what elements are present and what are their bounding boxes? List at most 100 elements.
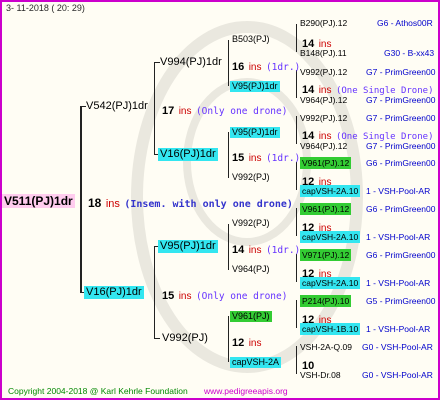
gen4-row-6[interactable]: V961(PJ).12 G6 - PrimGreen00 [300,157,435,169]
gen4-row-1[interactable]: B148(PJ).11 G30 - B-xx43 [300,48,434,58]
gen4-name-15: VSH-Dr.08 [300,370,341,380]
gen3-queen-0[interactable]: B503(PJ) [232,35,270,44]
gen2-queen-1[interactable]: V16(PJ)1dr [158,148,218,161]
gen4-name-1: B148(PJ).11 [300,48,347,58]
connector-g2d [228,316,229,362]
root-queen[interactable]: V511(PJ)1dr [2,194,75,208]
connector-g3-3 [296,162,297,190]
gen4-name-12: P214(PJ).10 [300,295,352,307]
gen2-ins-count-1: 15 [232,152,245,164]
gen2-ins-1: 15 ins (1dr.) [232,149,300,165]
gen4-row-10[interactable]: V971(PJ).12 G6 - PrimGreen00 [300,249,435,261]
gen2-note-0: (1dr.) [265,62,301,73]
gen1-note-0: (Only one drone) [195,106,288,117]
gen4-tag-5: G7 - PrimGreen00 [366,141,436,151]
gen2-ins-label-2: ins [248,245,262,256]
gen4-tag-8: G6 - PrimGreen00 [366,204,436,214]
connector-g3-6 [296,300,297,328]
gen4-row-7[interactable]: capVSH-2A.10 1 - VSH-Pool-AR [300,185,430,197]
gen4-name-3: V964(PJ).12 [300,95,348,105]
gen4-tag-3: G7 - PrimGreen00 [366,95,436,105]
gen2-ins-count-3: 12 [232,337,245,349]
gen3-queen-3[interactable]: V992(PJ) [232,173,270,182]
gen3-queen-4[interactable]: V992(PJ) [232,219,270,228]
gen2-note-2: (1dr.) [265,245,301,256]
gen4-row-4[interactable]: V992(PJ).12 G7 - PrimGreen00 [300,113,435,123]
gen4-tag-9: 1 - VSH-Pool-AR [366,232,431,242]
connector-g3-5 [296,254,297,282]
gen4-tag-2: G7 - PrimGreen00 [366,67,436,77]
connector-g3-2 [296,116,297,144]
gen2-ins-label-3: ins [248,338,262,349]
gen2-ins-label-1: ins [248,153,262,164]
gen2-note-1: (1dr.) [265,153,301,164]
site-link[interactable]: www.pedigreeapis.org [204,387,288,396]
gen3-queen-6[interactable]: V961(PJ) [230,311,272,322]
gen4-row-0[interactable]: B290(PJ).12 G6 - Athos00R [300,18,433,28]
gen4-name-0: B290(PJ).12 [300,18,348,28]
report-date: 3- 11-2018 ( 20: 29) [6,3,85,13]
gen3-queen-7[interactable]: capVSH-2A [230,357,282,368]
gen2-queen-0[interactable]: V994(PJ)1dr [160,57,222,68]
gen4-name-11: capVSH-2A.10 [300,277,361,289]
gen4-tag-15: G0 - VSH-Pool-AR [362,370,433,380]
gen4-row-13[interactable]: capVSH-1B.10 1 - VSH-Pool-AR [300,323,430,335]
gen4-name-7: capVSH-2A.10 [300,185,361,197]
gen4-name-2: V992(PJ).12 [300,67,348,77]
connector-g3-1 [296,70,297,98]
gen4-row-12[interactable]: P214(PJ).10 G5 - PrimGreen00 [300,295,435,307]
gen2-ins-3: 12 ins [232,334,262,350]
gen2-queen-2[interactable]: V95(PJ)1dr [158,240,218,253]
connector-g1a [154,62,155,154]
gen1-queen-1[interactable]: V16(PJ)1dr [84,286,144,299]
gen4-tag-6: G6 - PrimGreen00 [366,158,436,168]
gen4-name-4: V992(PJ).12 [300,113,348,123]
gen4-row-15[interactable]: VSH-Dr.08 G0 - VSH-Pool-AR [300,370,433,380]
gen4-tag-11: 1 - VSH-Pool-AR [366,278,431,288]
gen1-ins-1: 15 ins (Only one drone) [162,287,287,303]
gen4-tag-0: G6 - Athos00R [377,18,433,28]
gen2-queen-3[interactable]: V992(PJ) [162,333,208,344]
gen4-tag-10: G6 - PrimGreen00 [366,250,436,260]
pedigree-frame: 3- 11-2018 ( 20: 29) V511(PJ)1dr 18 ins … [0,0,440,400]
gen4-name-13: capVSH-1B.10 [300,323,361,335]
gen2-ins-count-0: 16 [232,61,245,73]
connector-root [80,106,82,292]
root-note: (Insem. with only one drone) [124,199,293,210]
gen4-name-10: V971(PJ).12 [300,249,352,261]
connector-g2a [228,40,229,86]
gen4-row-9[interactable]: capVSH-2A.10 1 - VSH-Pool-AR [300,231,430,243]
gen3-queen-1[interactable]: V95(PJ)1dr [230,81,280,92]
gen1-note-1: (Only one drone) [195,291,288,302]
gen4-row-14[interactable]: VSH-2A-Q.09 G0 - VSH-Pool-AR [300,342,433,352]
gen2-ins-count-2: 14 [232,244,245,256]
gen4-name-14: VSH-2A-Q.09 [300,342,352,352]
copyright-text: Copyright 2004-2018 @ Karl Kehrle Founda… [8,386,188,396]
gen2-ins-0: 16 ins (1dr.) [232,58,300,74]
gen2-ins-2: 14 ins (1dr.) [232,241,300,257]
gen1-queen-0[interactable]: V542(PJ)1dr [86,101,148,112]
gen4-name-5: V964(PJ).12 [300,141,348,151]
gen3-queen-2[interactable]: V95(PJ)1dr [230,127,280,138]
gen1-ins-count-1: 15 [162,290,175,302]
gen1-ins-count-0: 17 [162,105,175,117]
connector-g3-4 [296,208,297,236]
gen2-ins-label-0: ins [248,62,262,73]
gen4-tag-12: G5 - PrimGreen00 [366,296,436,306]
gen4-name-9: capVSH-2A.10 [300,231,361,243]
gen4-row-3[interactable]: V964(PJ).12 G7 - PrimGreen00 [300,95,435,105]
gen1-ins-label-0: ins [178,106,192,117]
gen4-row-2[interactable]: V992(PJ).12 G7 - PrimGreen00 [300,67,435,77]
connector-g1b-bottom [154,338,160,339]
gen4-tag-13: 1 - VSH-Pool-AR [366,324,431,334]
gen1-ins-label-1: ins [178,291,192,302]
gen1-ins-0: 17 ins (Only one drone) [162,102,287,118]
connector-g2c [228,224,229,270]
gen3-queen-5[interactable]: V964(PJ) [232,265,270,274]
gen4-row-5[interactable]: V964(PJ).12 G7 - PrimGreen00 [300,141,435,151]
connector-g3-0 [296,24,297,52]
gen4-tag-14: G0 - VSH-Pool-AR [362,342,433,352]
gen4-row-8[interactable]: V961(PJ).12 G6 - PrimGreen00 [300,203,435,215]
gen4-row-11[interactable]: capVSH-2A.10 1 - VSH-Pool-AR [300,277,430,289]
gen4-tag-1: G30 - B-xx43 [384,48,435,58]
